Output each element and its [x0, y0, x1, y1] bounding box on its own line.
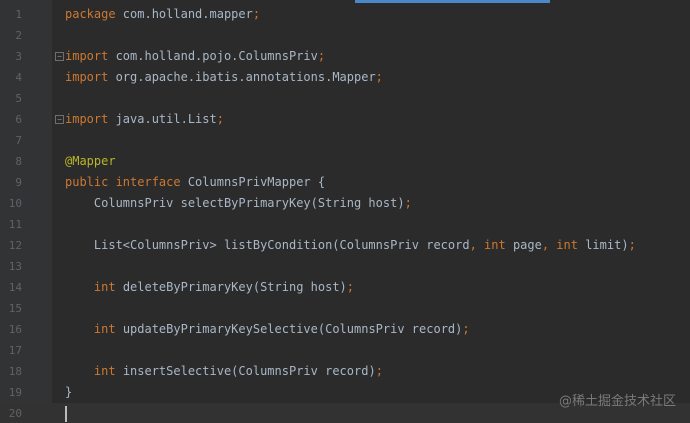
line-number: 5: [15, 92, 22, 105]
line-number: 3: [15, 50, 22, 63]
code-token: ;: [375, 364, 383, 378]
code-line[interactable]: 13: [0, 256, 690, 277]
code-token: page: [512, 238, 542, 252]
line-number: 12: [8, 239, 22, 252]
code-token: int: [93, 364, 123, 378]
code-token: int: [484, 238, 513, 252]
code-token: updateByPrimaryKeySelective(ColumnsPriv …: [122, 322, 463, 336]
code-line[interactable]: 7: [0, 130, 690, 151]
code-token: ;: [216, 112, 224, 126]
line-number: 20: [8, 407, 22, 420]
code-text: int deleteByPrimaryKey(String host);: [65, 277, 354, 298]
code-token: com.holland.mapper: [122, 7, 253, 21]
code-line[interactable]: 18 int insertSelective(ColumnsPriv recor…: [0, 361, 690, 382]
code-line[interactable]: 4 import org.apache.ibatis.annotations.Ma…: [0, 67, 690, 88]
code-token: org.apache.ibatis.annotations.Mapper: [115, 70, 376, 84]
code-line[interactable]: 10 ColumnsPriv selectByPrimaryKey(String…: [0, 193, 690, 214]
code-line[interactable]: 3 − import com.holland.pojo.ColumnsPriv;: [0, 46, 690, 67]
code-text: ColumnsPriv selectByPrimaryKey(String ho…: [65, 193, 412, 214]
code-token: java.util.List: [115, 112, 217, 126]
code-line[interactable]: 5: [0, 88, 690, 109]
code-line[interactable]: 17: [0, 340, 690, 361]
line-number: 13: [8, 260, 22, 273]
line-number: 11: [8, 218, 22, 231]
line-number: 19: [8, 386, 22, 399]
code-text: @Mapper: [65, 151, 116, 172]
code-token: ,: [541, 238, 557, 252]
code-token: int: [93, 322, 123, 336]
code-text: List<ColumnsPriv> listByCondition(Column…: [65, 235, 636, 256]
fold-toggle-icon[interactable]: −: [55, 115, 64, 124]
line-number: 8: [15, 155, 22, 168]
code-token: @Mapper: [65, 154, 116, 168]
code-editor[interactable]: 1 package com.holland.mapper; 2 3− import co…: [0, 0, 690, 423]
code-token: import: [65, 70, 116, 84]
code-token: int: [93, 280, 123, 294]
code-token: public interface: [65, 175, 188, 189]
code-token: ;: [462, 322, 470, 336]
code-line[interactable]: 8 @Mapper: [0, 151, 690, 172]
code-token: }: [65, 385, 73, 399]
line-number: 6: [15, 113, 22, 126]
code-text: public interface ColumnsPrivMapper {: [65, 172, 325, 193]
code-token: ;: [628, 238, 636, 252]
code-token: import: [65, 112, 116, 126]
code-token: package: [65, 7, 123, 21]
code-token: insertSelective(ColumnsPriv record): [122, 364, 376, 378]
code-line[interactable]: 16 int updateByPrimaryKeySelective(Colum…: [0, 319, 690, 340]
code-text: int insertSelective(ColumnsPriv record);: [65, 361, 383, 382]
code-token: ;: [375, 70, 383, 84]
code-text: [65, 403, 67, 423]
code-line[interactable]: 14 int deleteByPrimaryKey(String host);: [0, 277, 690, 298]
code-text: import java.util.List;: [65, 109, 224, 130]
code-token: ColumnsPrivMapper {: [187, 175, 326, 189]
line-number: 18: [8, 365, 22, 378]
code-token: ;: [317, 49, 326, 63]
code-token: List<ColumnsPriv> listByCondition(Column…: [65, 238, 470, 252]
text-caret: [65, 405, 67, 422]
code-line[interactable]: 9 public interface ColumnsPrivMapper {: [0, 172, 690, 193]
tab-accent-bar: [355, 0, 550, 3]
line-number: 17: [8, 344, 22, 357]
line-number: 15: [8, 302, 22, 315]
code-line[interactable]: 6 − import java.util.List;: [0, 109, 690, 130]
code-lines[interactable]: 1 package com.holland.mapper; 2 3− import co…: [0, 4, 690, 423]
code-token: import: [65, 49, 116, 63]
fold-toggle-icon[interactable]: −: [55, 52, 64, 61]
code-text: import com.holland.pojo.ColumnsPriv;: [65, 46, 325, 67]
line-number: 2: [15, 29, 22, 42]
watermark: @稀土掘金技术社区: [558, 394, 676, 409]
code-line[interactable]: 1 package com.holland.mapper;: [0, 4, 690, 25]
line-number: 10: [8, 197, 22, 210]
code-line[interactable]: 15: [0, 298, 690, 319]
line-number: 4: [15, 71, 22, 84]
code-token: ;: [404, 196, 412, 210]
code-token: limit): [585, 238, 629, 252]
code-token: ;: [252, 7, 261, 21]
line-number: 9: [15, 176, 22, 189]
code-token: deleteByPrimaryKey(String host): [122, 280, 347, 294]
code-token: int: [556, 238, 586, 252]
code-text: }: [65, 382, 72, 403]
line-number: 1: [15, 8, 22, 21]
line-number: 7: [15, 134, 22, 147]
code-token: ;: [346, 280, 355, 294]
code-text: import org.apache.ibatis.annotations.Map…: [65, 67, 383, 88]
code-token: ColumnsPriv selectByPrimaryKey(String ho…: [65, 196, 405, 210]
code-line[interactable]: 11: [0, 214, 690, 235]
line-number: 16: [8, 323, 22, 336]
code-text: int updateByPrimaryKeySelective(ColumnsP…: [65, 319, 470, 340]
code-token: ,: [469, 238, 485, 252]
code-token: com.holland.pojo.ColumnsPriv: [115, 49, 318, 63]
code-line[interactable]: 12 List<ColumnsPriv> listByCondition(Col…: [0, 235, 690, 256]
line-number: 14: [8, 281, 22, 294]
code-line[interactable]: 2: [0, 25, 690, 46]
code-text: package com.holland.mapper;: [65, 4, 260, 25]
